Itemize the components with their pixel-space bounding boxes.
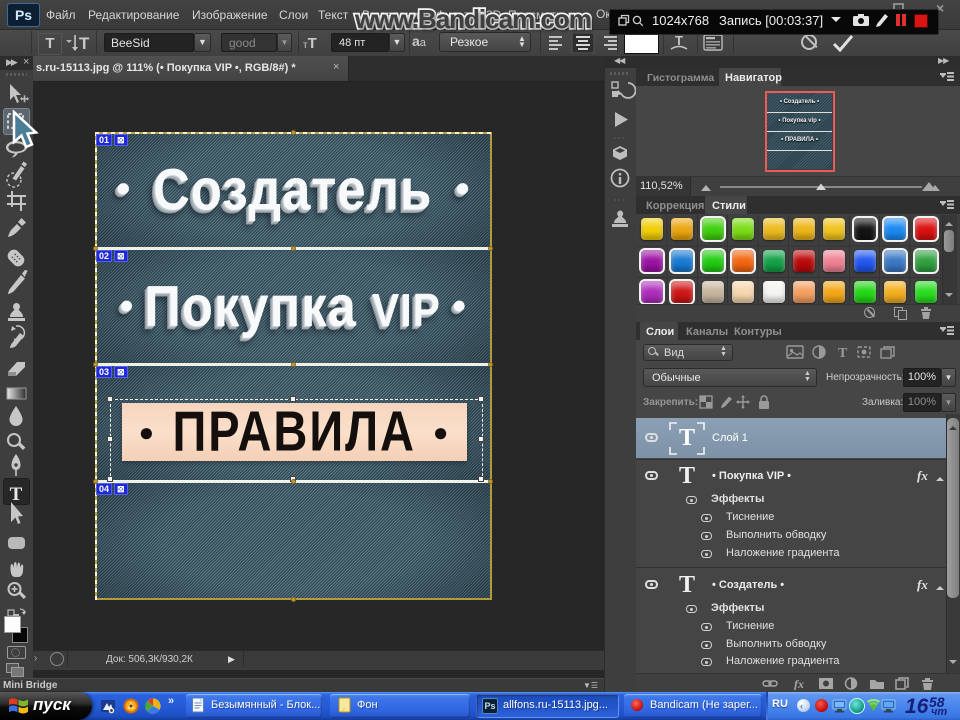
svg-text:fx: fx <box>794 677 804 690</box>
svg-text:T: T <box>675 33 683 48</box>
svg-text:T: T <box>838 346 848 360</box>
svg-text:T: T <box>79 34 90 53</box>
svg-text:T: T <box>10 484 23 505</box>
